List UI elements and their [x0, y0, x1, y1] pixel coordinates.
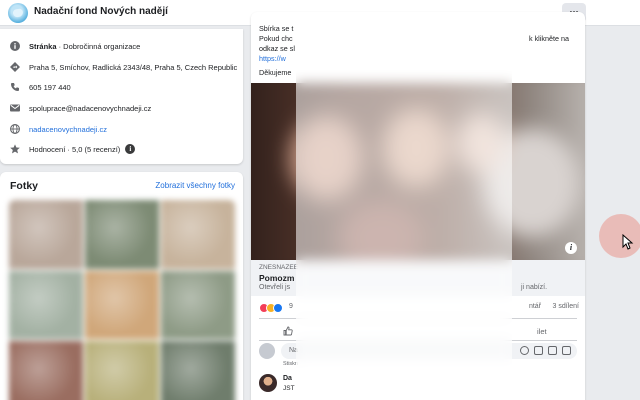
- reaction-count[interactable]: 9: [289, 303, 293, 310]
- photos-title: Fotky: [10, 180, 39, 192]
- rating-info-icon[interactable]: i: [125, 144, 136, 154]
- page-title[interactable]: Nadační fond Nových nadějí: [34, 6, 168, 17]
- intro-category-row: Stránka · Dobročinná organizace: [10, 39, 140, 53]
- blur-overlay: [296, 18, 512, 400]
- camera-icon[interactable]: [534, 346, 543, 355]
- intro-website-row: nadacenovychnadeji.cz: [10, 122, 107, 136]
- current-user-avatar: [259, 343, 275, 359]
- intro-phone-row: 605 197 440: [10, 80, 71, 94]
- intro-address-row: Praha 5, Smíchov, Radlická 2343/48, Prah…: [10, 60, 237, 74]
- shares-count[interactable]: 3 sdílení: [553, 303, 579, 310]
- gif-icon[interactable]: [548, 346, 557, 355]
- photo-thumbnail[interactable]: [85, 341, 159, 400]
- sticker-icon[interactable]: [562, 346, 571, 355]
- intro-website-link[interactable]: nadacenovychnadeji.cz: [29, 125, 107, 134]
- link-preview-description: Otevřeli js ji nabízí.: [259, 284, 548, 291]
- image-info-icon[interactable]: i: [565, 242, 577, 254]
- commenter-name[interactable]: Da: [283, 375, 292, 382]
- location-pin-icon: [10, 62, 20, 72]
- intro-email[interactable]: spoluprace@nadacenovychnadeji.cz: [29, 104, 151, 113]
- like-button[interactable]: [283, 324, 293, 338]
- like-reaction-icon[interactable]: [273, 303, 283, 313]
- photo-thumbnail[interactable]: [9, 270, 83, 340]
- commenter-avatar[interactable]: [259, 374, 277, 392]
- intro-category: Stránka · Dobročinná organizace: [29, 41, 141, 51]
- intro-address[interactable]: Praha 5, Smíchov, Radlická 2343/48, Prah…: [29, 63, 237, 72]
- link-preview-domain: ZNESNAZEE: [259, 264, 299, 271]
- globe-icon: [10, 124, 20, 134]
- emoji-icon[interactable]: [520, 346, 529, 355]
- photos-card: Fotky Zobrazit všechny fotky: [0, 172, 243, 400]
- photo-grid: [9, 200, 235, 400]
- photo-thumbnail[interactable]: [161, 200, 235, 269]
- email-icon: [10, 104, 20, 112]
- share-button[interactable]: ilet: [537, 324, 547, 338]
- phone-icon: [11, 83, 19, 91]
- comments-count[interactable]: ntář: [529, 303, 541, 310]
- intro-rating[interactable]: Hodnocení · 5,0 (5 recenzí): [29, 145, 120, 154]
- link-preview-title: Pomozm: [259, 273, 295, 283]
- info-circle-icon: [10, 41, 20, 51]
- intro-phone[interactable]: 605 197 440: [29, 83, 71, 92]
- thumbs-up-icon: [283, 326, 293, 336]
- photo-thumbnail[interactable]: [85, 270, 159, 340]
- intro-rating-row: Hodnocení · 5,0 (5 recenzí) i: [10, 142, 136, 156]
- photo-thumbnail[interactable]: [9, 200, 83, 269]
- intro-card: Stránka · Dobročinná organizace Praha 5,…: [0, 29, 243, 164]
- photo-thumbnail[interactable]: [9, 341, 83, 400]
- comment-tools: [520, 346, 571, 355]
- star-icon: [10, 144, 20, 154]
- page-logo-icon[interactable]: [8, 3, 28, 23]
- intro-email-row: spoluprace@nadacenovychnadeji.cz: [10, 101, 151, 115]
- mouse-cursor-icon: [622, 234, 634, 250]
- comment-text: JST: [283, 385, 295, 392]
- photo-thumbnail[interactable]: [85, 200, 159, 269]
- photo-thumbnail[interactable]: [161, 341, 235, 400]
- photo-thumbnail[interactable]: [161, 270, 235, 340]
- see-all-photos-link[interactable]: Zobrazit všechny fotky: [155, 181, 235, 190]
